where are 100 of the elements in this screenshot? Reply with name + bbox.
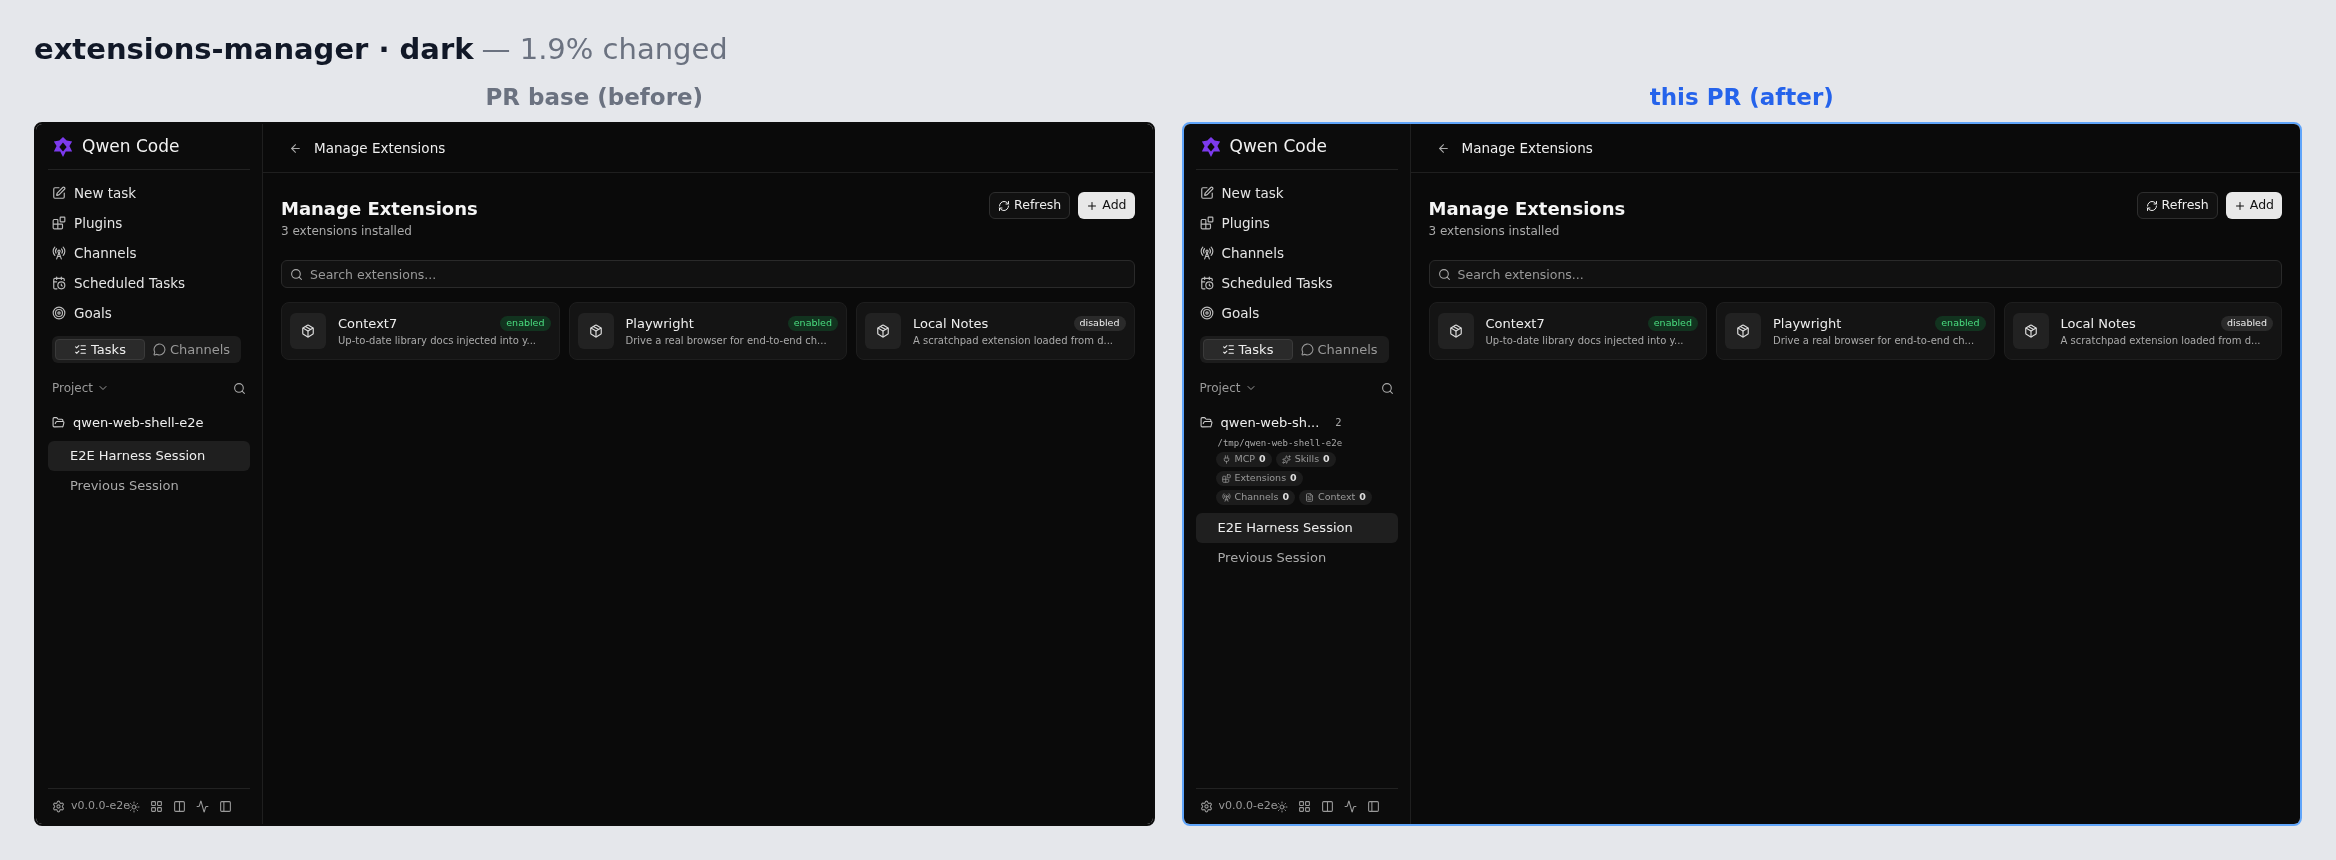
target-icon: [52, 306, 66, 320]
calendar-clock-icon: [52, 276, 66, 290]
project-name[interactable]: qwen-web-shell-e2e: [73, 413, 204, 433]
folder-icon: [52, 416, 65, 430]
package-icon: [865, 313, 901, 349]
checklist-icon: [74, 343, 88, 356]
refresh-button[interactable]: Refresh: [2136, 192, 2218, 219]
extension-card[interactable]: Context7 enabled Up-to-date library docs injected into y...: [281, 302, 560, 360]
extension-card[interactable]: Context7 enabled Up-to-date library docs injected into y...: [1428, 302, 1707, 360]
back-icon[interactable]: [289, 141, 302, 155]
antenna-icon: [1221, 493, 1231, 502]
nav-item[interactable]: Plugins: [1195, 208, 1398, 238]
nav-item[interactable]: Goals: [48, 298, 250, 328]
session-item[interactable]: Previous Session: [1195, 543, 1398, 573]
sun-icon[interactable]: [1275, 800, 1288, 813]
package-icon: [1725, 313, 1761, 349]
chat-bubble-icon: [153, 343, 166, 356]
version-label: v0.0.0-e2e: [1218, 798, 1278, 815]
antenna-icon: [52, 246, 66, 260]
refresh-icon: [998, 199, 1011, 212]
refresh-button[interactable]: Refresh: [989, 192, 1071, 219]
stat-chip: Channels 0: [1215, 490, 1296, 505]
activity-icon[interactable]: [1343, 800, 1357, 813]
panel-label: this PR (after): [1649, 82, 1834, 112]
toggle-tab[interactable]: Tasks: [55, 339, 145, 360]
extension-card[interactable]: Local Notes disabled A scratchpad extension loaded from d...: [2003, 302, 2282, 360]
calendar-clock-icon: [1199, 276, 1214, 290]
extension-description: A scratchpad extension loaded from d...: [913, 334, 1115, 349]
activity-icon[interactable]: [196, 800, 209, 813]
status-badge: disabled: [1073, 316, 1126, 331]
package-icon: [290, 313, 326, 349]
change-summary: — 1.9% changed: [481, 31, 728, 68]
chat-bubble-icon: [1300, 343, 1314, 356]
extension-description: Up-to-date library docs injected into y...: [1485, 334, 1685, 349]
extension-card[interactable]: Playwright enabled Drive a real browser for end-to-end ch...: [568, 302, 847, 360]
columns-icon[interactable]: [1320, 800, 1334, 813]
grid-icon[interactable]: [1297, 800, 1311, 813]
folder-icon: [1199, 416, 1213, 430]
extension-description: Drive a real browser for end-to-end ch...: [1773, 334, 1976, 349]
report-title: extensions-manager · dark: [34, 31, 474, 68]
add-button[interactable]: Add: [1078, 192, 1135, 219]
sun-icon[interactable]: [128, 800, 140, 813]
session-item[interactable]: E2E Harness Session: [1195, 513, 1398, 543]
status-badge: disabled: [2221, 316, 2273, 331]
checklist-icon: [1221, 343, 1235, 356]
document-icon: [1305, 493, 1315, 502]
toggle-tab[interactable]: Tasks: [1202, 339, 1293, 360]
nav-item[interactable]: Goals: [1195, 298, 1398, 328]
add-button[interactable]: Add: [2225, 192, 2282, 219]
stat-chip: Context 0: [1299, 490, 1372, 505]
search-icon: [1437, 268, 1451, 281]
project-name[interactable]: qwen-web-sh...: [1220, 413, 1320, 433]
version-label: v0.0.0-e2e: [71, 798, 130, 815]
toggle-tab[interactable]: Channels: [1292, 339, 1386, 360]
project-dropdown[interactable]: Project: [52, 379, 110, 397]
settings-icon[interactable]: [1199, 800, 1213, 813]
extension-name: Local Notes: [2060, 314, 2136, 333]
search-field[interactable]: Search extensions...: [1428, 260, 2282, 288]
edit-icon: [1199, 186, 1214, 200]
panel-label: PR base (before): [485, 82, 704, 112]
edit-icon: [52, 186, 66, 200]
sidebar-toggle-icon[interactable]: [1366, 800, 1380, 813]
search-icon[interactable]: [1380, 381, 1394, 395]
nav-item[interactable]: Channels: [1195, 238, 1398, 268]
page-subtitle: 3 extensions installed: [281, 223, 413, 240]
session-item[interactable]: Previous Session: [48, 470, 250, 501]
search-field[interactable]: Search extensions...: [281, 260, 1135, 288]
brand-name: Qwen Code: [1229, 134, 1327, 158]
extension-name: Context7: [338, 314, 398, 333]
toggle-tab[interactable]: Channels: [145, 339, 239, 360]
page-subtitle: 3 extensions installed: [1428, 223, 1561, 240]
extension-name: Playwright: [625, 314, 694, 333]
blocks-icon: [1199, 216, 1214, 230]
extension-description: Drive a real browser for end-to-end ch...: [625, 334, 828, 349]
nav-item[interactable]: New task: [48, 178, 250, 208]
package-icon: [577, 313, 614, 349]
page-title: Manage Extensions: [281, 197, 478, 221]
project-dropdown[interactable]: Project: [1199, 379, 1257, 397]
plus-icon: [2233, 199, 2246, 212]
nav-item[interactable]: Plugins: [48, 208, 250, 238]
status-badge: enabled: [500, 316, 551, 331]
session-item[interactable]: E2E Harness Session: [48, 440, 250, 471]
nav-item[interactable]: New task: [1195, 178, 1398, 208]
nav-item[interactable]: Scheduled Tasks: [48, 268, 250, 298]
settings-icon[interactable]: [52, 800, 65, 813]
back-icon[interactable]: [1436, 141, 1450, 155]
stat-chip: Skills 0: [1275, 452, 1336, 467]
page-title: Manage Extensions: [1428, 197, 1626, 221]
extension-description: Up-to-date library docs injected into y...: [338, 334, 538, 349]
nav-item[interactable]: Channels: [48, 238, 250, 268]
extension-name: Playwright: [1773, 314, 1842, 333]
columns-icon[interactable]: [173, 800, 186, 813]
nav-item[interactable]: Scheduled Tasks: [1195, 268, 1398, 298]
grid-icon[interactable]: [150, 800, 163, 813]
refresh-icon: [2145, 199, 2158, 212]
extension-card[interactable]: Local Notes disabled A scratchpad extension loaded from d...: [856, 302, 1135, 360]
package-icon: [2012, 313, 2049, 349]
sidebar-toggle-icon[interactable]: [219, 800, 232, 813]
search-icon[interactable]: [233, 381, 246, 395]
extension-card[interactable]: Playwright enabled Drive a real browser for end-to-end ch...: [1716, 302, 1995, 360]
